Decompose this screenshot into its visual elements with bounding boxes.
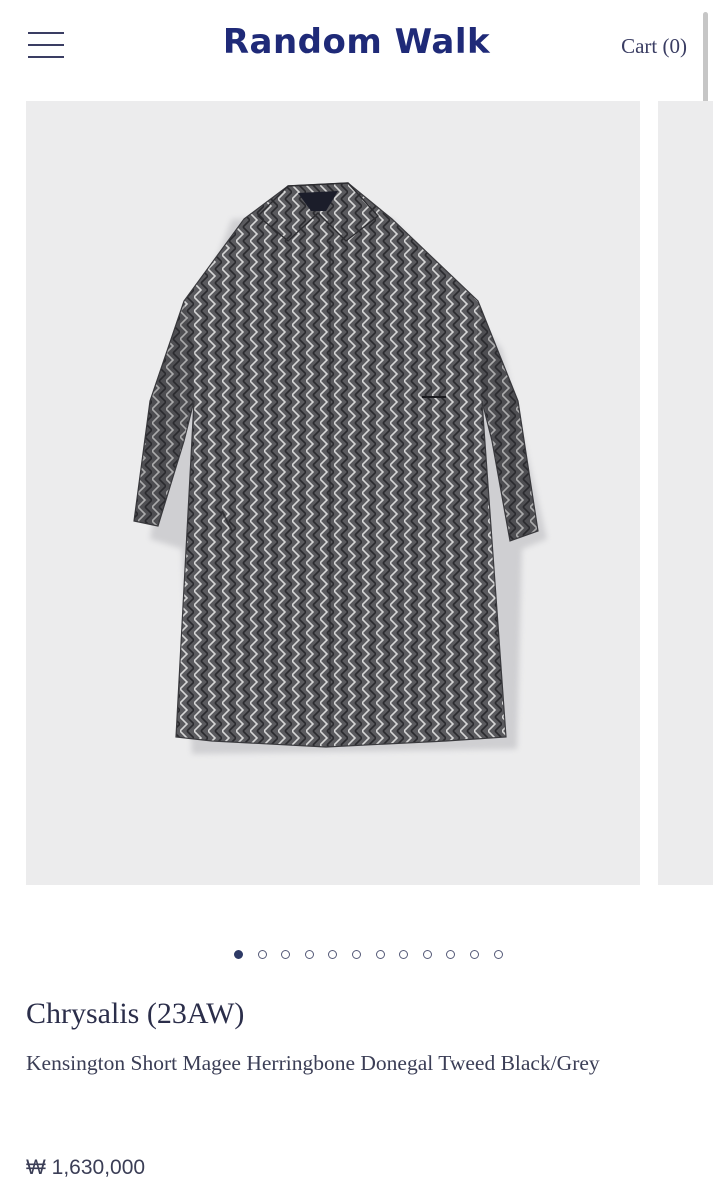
cart-link[interactable]: Cart (0) — [621, 34, 687, 59]
site-logo: Random Walk — [0, 22, 713, 62]
product-name: Kensington Short Magee Herringbone Doneg… — [26, 1051, 600, 1075]
carousel-dot-6[interactable] — [352, 950, 361, 959]
carousel-dot-1[interactable] — [234, 950, 243, 959]
product-image-carousel[interactable] — [26, 101, 713, 885]
carousel-dot-5[interactable] — [328, 950, 338, 959]
carousel-dot-4[interactable] — [304, 950, 314, 959]
carousel-dot-3[interactable] — [281, 950, 291, 959]
carousel-dot-9[interactable] — [422, 950, 432, 959]
carousel-dot-10[interactable] — [446, 950, 456, 959]
carousel-dot-12[interactable] — [493, 950, 503, 959]
logo-link[interactable]: Random Walk — [223, 22, 490, 62]
carousel-dot-7[interactable] — [375, 950, 385, 959]
carousel-dot-11[interactable] — [470, 950, 479, 959]
site-header: Random Walk Cart (0) — [0, 0, 713, 342]
carousel-dot-2[interactable] — [257, 950, 267, 959]
hamburger-menu-icon[interactable] — [28, 30, 66, 62]
next-product-image-slide[interactable] — [658, 101, 713, 885]
product-brand: Chrysalis (23AW) — [26, 997, 245, 1030]
carousel-pagination — [0, 950, 713, 964]
product-image-slide[interactable] — [26, 101, 640, 885]
coat-product-photo — [133, 182, 547, 754]
product-price: ₩ 1,630,000 — [26, 1156, 146, 1179]
carousel-dot-8[interactable] — [399, 950, 409, 959]
